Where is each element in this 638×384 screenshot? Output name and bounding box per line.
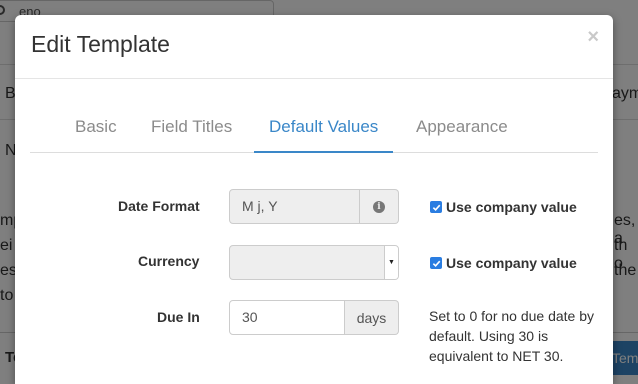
currency-checkbox[interactable] [430, 257, 442, 269]
info-icon: i [373, 200, 385, 213]
tab-basic[interactable]: Basic [60, 111, 132, 153]
chevron-down-icon: ▼ [384, 246, 398, 279]
due-in-label: Due In [157, 309, 200, 325]
close-icon[interactable]: × [587, 27, 599, 47]
checkbox-label: Use company value [446, 255, 577, 271]
tab-field-titles[interactable]: Field Titles [136, 111, 247, 153]
tab-default-values[interactable]: Default Values [254, 111, 394, 153]
modal-header: Edit Template × [15, 15, 613, 79]
currency-label: Currency [138, 253, 200, 269]
edit-template-modal: Edit Template × Basic Field Titles Defau… [15, 15, 613, 384]
date-format-checkbox[interactable] [430, 201, 442, 213]
tab-appearance[interactable]: Appearance [401, 111, 523, 153]
date-format-input[interactable]: M j, Y [229, 189, 360, 224]
currency-use-company[interactable]: Use company value [430, 255, 577, 271]
modal-title: Edit Template [31, 31, 170, 57]
date-format-label: Date Format [118, 198, 200, 214]
date-format-group: M j, Y i [229, 189, 399, 224]
currency-select[interactable]: ▼ [229, 245, 399, 280]
due-in-group: 30 days [229, 300, 399, 335]
date-format-info-addon[interactable]: i [360, 189, 399, 224]
due-in-input[interactable]: 30 [229, 300, 345, 335]
date-format-use-company[interactable]: Use company value [430, 199, 577, 215]
due-in-help-text: Set to 0 for no due date by default. Usi… [429, 308, 595, 364]
tab-bar: Basic Field Titles Default Values Appear… [30, 111, 598, 153]
days-addon: days [345, 300, 399, 335]
checkbox-label: Use company value [446, 199, 577, 215]
